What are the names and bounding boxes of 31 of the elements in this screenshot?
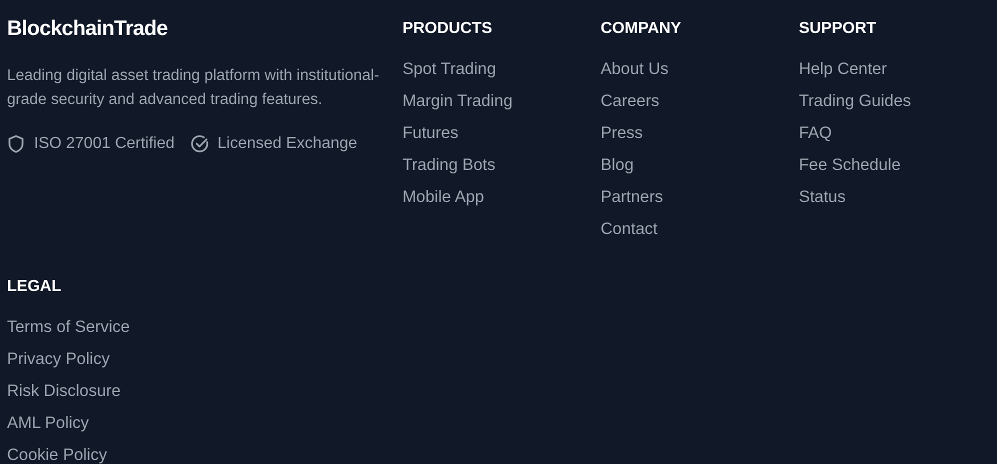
badge-label: ISO 27001 Certified xyxy=(34,134,175,154)
column-heading: SUPPORT xyxy=(798,19,878,39)
footer-link[interactable]: Contact xyxy=(600,213,799,245)
footer-link[interactable]: Mobile App xyxy=(402,181,601,213)
footer-link[interactable]: Help Center xyxy=(798,53,997,85)
column-heading: LEGAL xyxy=(7,277,62,297)
footer-link[interactable]: Terms of Service xyxy=(7,311,997,343)
footer-link[interactable]: Privacy Policy xyxy=(7,343,997,375)
footer-link[interactable]: Trading Guides xyxy=(798,85,997,117)
footer-link[interactable]: Cookie Policy xyxy=(7,439,997,464)
footer-link[interactable]: Fee Schedule xyxy=(798,149,997,181)
footer-link[interactable]: Press xyxy=(600,117,799,149)
shield-icon xyxy=(7,135,25,153)
column-heading: COMPANY xyxy=(600,19,682,39)
footer-link[interactable]: Futures xyxy=(402,117,601,149)
footer-link[interactable]: Status xyxy=(798,181,997,213)
footer-link[interactable]: Risk Disclosure xyxy=(7,375,997,407)
brand-description: Leading digital asset trading platform with institutional-grade security and advanced trading features. xyxy=(7,66,380,110)
footer-link[interactable]: Trading Bots xyxy=(402,149,601,181)
footer-link[interactable]: Blog xyxy=(600,149,799,181)
footer-link[interactable]: Spot Trading xyxy=(402,53,601,85)
check-circle-icon xyxy=(190,135,209,153)
brand-logo-text[interactable]: BlockchainTrade xyxy=(7,14,402,44)
badge-label: Licensed Exchange xyxy=(218,134,358,154)
footer-link[interactable]: About Us xyxy=(600,53,799,85)
footer-link[interactable]: AML Policy xyxy=(7,407,997,439)
footer-link[interactable]: Partners xyxy=(600,181,799,213)
column-heading: PRODUCTS xyxy=(402,19,494,39)
footer-link[interactable]: Margin Trading xyxy=(402,85,601,117)
footer-link[interactable]: Careers xyxy=(600,85,799,117)
footer-link[interactable]: FAQ xyxy=(798,117,997,149)
